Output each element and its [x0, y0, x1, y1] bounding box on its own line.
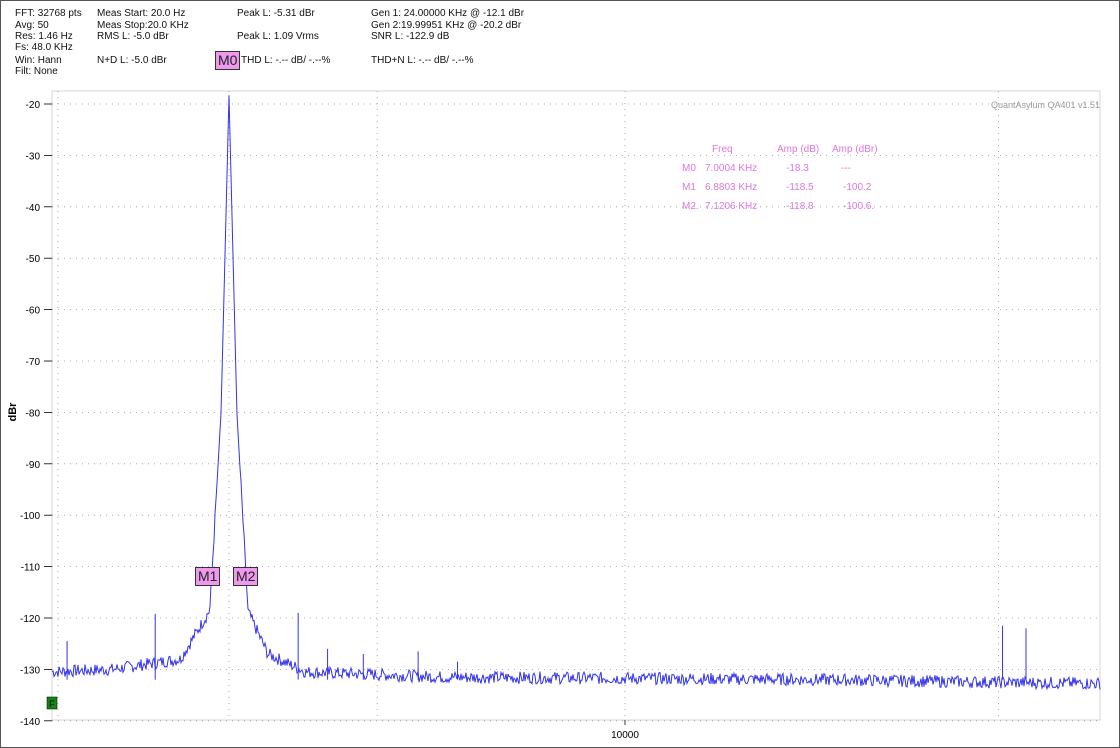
marker-m1-button[interactable]: M1: [195, 567, 221, 586]
y-tick-label: -80: [26, 408, 41, 419]
marker-table-header-amp-dbr: Amp (dBr): [832, 144, 878, 155]
marker-m2-button[interactable]: M2: [233, 567, 259, 586]
marker-table-header-freq: Freq: [712, 144, 733, 155]
marker-row-m0-amp-db: -18.3: [786, 163, 809, 174]
marker-row-m0-freq: 7.0004 KHz: [705, 163, 757, 174]
marker-row-m1-amp-db: -118.5: [786, 182, 814, 193]
y-tick-label: -30: [26, 151, 41, 162]
x-axis-ticks: 10000: [611, 720, 639, 741]
marker-table: Freq Amp (dB) Amp (dBr) M0 7.0004 KHz -1…: [682, 144, 878, 212]
y-tick-label: -70: [26, 357, 41, 368]
marker-row-m2-amp-db: -118.8: [786, 201, 814, 212]
y-tick-label: -20: [26, 100, 41, 111]
y-tick-label: -40: [26, 203, 41, 214]
y-axis-label: dBr: [7, 402, 19, 422]
y-tick-label: -60: [26, 306, 41, 317]
y-axis-ticks: -20 -30 -40 -50 -60 -70 -80 -90 -100 -110 -120 -130…: [20, 100, 52, 728]
marker-row-m2-freq: 7.1206 KHz: [705, 201, 757, 212]
y-tick-label: -130: [20, 665, 40, 676]
y-tick-label: -100: [20, 511, 40, 522]
marker-row-m2-id: M2.: [682, 201, 699, 212]
marker-table-header-amp-db: Amp (dB): [777, 144, 819, 155]
marker-row-m2-amp-dbr: -100.6.: [843, 201, 874, 212]
x-tick-label: 10000: [611, 730, 639, 741]
y-tick-label: -140: [20, 717, 40, 728]
spectrum-plot[interactable]: -20 -30 -40 -50 -60 -70 -80 -90 -100 -110 -120 -130…: [0, 0, 1120, 748]
marker-row-m1-freq: 6.8803 KHz: [705, 182, 757, 193]
y-tick-label: -90: [26, 460, 41, 471]
y-tick-label: -120: [20, 614, 40, 625]
marker-row-m1-id: M1: [682, 182, 696, 193]
marker-row-m0-id: M0: [682, 163, 696, 174]
y-tick-label: -50: [26, 254, 41, 265]
y-tick-label: -110: [21, 563, 41, 574]
grid: [51, 90, 1101, 722]
spectrum-trace: [51, 95, 1101, 691]
watermark: QuantAsylum QA401 v1.51: [991, 100, 1100, 110]
f-marker-label: F: [49, 699, 55, 709]
marker-row-m0-amp-dbr: ---: [841, 163, 851, 174]
marker-row-m1-amp-dbr: -100.2: [843, 182, 872, 193]
